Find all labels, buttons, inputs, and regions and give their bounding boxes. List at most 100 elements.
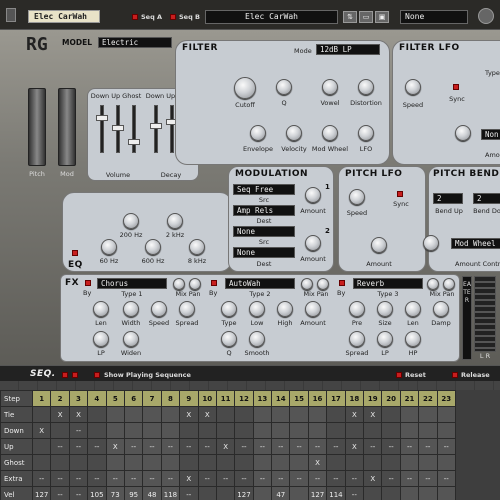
- seq-cell[interactable]: --: [179, 438, 199, 455]
- seq-cell[interactable]: [234, 454, 254, 471]
- seq-cell[interactable]: [160, 422, 181, 439]
- mod1-src-select[interactable]: Seq Free: [233, 184, 295, 195]
- decay-up-fader[interactable]: [170, 105, 174, 153]
- seq-cell[interactable]: X: [197, 406, 217, 423]
- seq-cell[interactable]: [160, 406, 181, 423]
- decay-down-handle[interactable]: [150, 123, 162, 129]
- sequencer-table[interactable]: Step 1 2 3 4 5 6 7 8 9 10 11 12 13 14 15 16 17 18 19 20 21 22 2…: [0, 390, 456, 500]
- volume-down-handle[interactable]: [96, 115, 108, 121]
- bend-down-display[interactable]: 2: [473, 193, 500, 204]
- seq-cell[interactable]: --: [68, 422, 89, 439]
- fold-toggle[interactable]: [6, 8, 16, 22]
- fx2-mix-knob[interactable]: [301, 278, 313, 290]
- seq-cell[interactable]: [179, 422, 199, 439]
- seq-cell[interactable]: [436, 406, 456, 423]
- seq-cell[interactable]: 19: [363, 390, 383, 407]
- seq-cell[interactable]: [289, 454, 309, 471]
- seq-cell[interactable]: 18: [344, 390, 365, 407]
- seq-cell[interactable]: 10: [197, 390, 217, 407]
- seq-cell[interactable]: --: [436, 438, 456, 455]
- eq-60hz-knob[interactable]: [101, 239, 117, 255]
- seq-cell[interactable]: [326, 422, 346, 439]
- seq-cell[interactable]: 105: [87, 486, 107, 500]
- seq-cell[interactable]: 21: [399, 390, 420, 407]
- seq-cell[interactable]: --: [215, 470, 236, 487]
- patch-up-down-icon[interactable]: ⇅: [343, 11, 357, 23]
- amount-control-knob[interactable]: [423, 235, 439, 251]
- seq-cell[interactable]: 20: [381, 390, 401, 407]
- seq-cell[interactable]: 73: [105, 486, 125, 500]
- seq-cell[interactable]: [215, 406, 236, 423]
- seq-cell[interactable]: 1: [31, 390, 52, 407]
- seq-cell[interactable]: [381, 422, 401, 439]
- seq-cell[interactable]: --: [105, 470, 125, 487]
- seq-cell[interactable]: X: [68, 406, 89, 423]
- show-playing-led[interactable]: [94, 372, 100, 378]
- seq-cell[interactable]: 127: [307, 486, 328, 500]
- seq-cell[interactable]: [215, 422, 236, 439]
- filter-lfo-amount-knob[interactable]: [455, 125, 471, 141]
- seq-cell[interactable]: 6: [123, 390, 144, 407]
- seq-cell[interactable]: [87, 454, 107, 471]
- fx1-lp-knob[interactable]: [93, 331, 109, 347]
- seq-cell[interactable]: 95: [123, 486, 144, 500]
- seq-cell[interactable]: [289, 486, 309, 500]
- eq-on-led[interactable]: [72, 250, 78, 256]
- seq-cell[interactable]: [399, 422, 420, 439]
- fx1-spread-knob[interactable]: [179, 301, 195, 317]
- fx3-spread-knob[interactable]: [349, 331, 365, 347]
- seq-cell[interactable]: [123, 422, 144, 439]
- eq-200hz-knob[interactable]: [123, 213, 139, 229]
- fx2-smooth-knob[interactable]: [249, 331, 265, 347]
- pitch-lfo-amount-knob[interactable]: [371, 237, 387, 253]
- seq-cell[interactable]: [381, 486, 401, 500]
- seq-cell[interactable]: [436, 454, 456, 471]
- envelope-knob[interactable]: [250, 125, 266, 141]
- seq-cell[interactable]: [87, 422, 107, 439]
- seq-cell[interactable]: [105, 406, 125, 423]
- distortion-knob[interactable]: [358, 79, 374, 95]
- seq-cell[interactable]: [326, 406, 346, 423]
- filter-lfo-dest-select[interactable]: Non: [481, 129, 500, 140]
- seq-cell[interactable]: X: [307, 454, 328, 471]
- seq-cell[interactable]: --: [234, 470, 254, 487]
- seq-cell[interactable]: [197, 454, 217, 471]
- seq-cell[interactable]: --: [197, 438, 217, 455]
- seq-cell[interactable]: --: [68, 486, 89, 500]
- seq-cell[interactable]: [289, 406, 309, 423]
- seq-cell[interactable]: [418, 406, 438, 423]
- fx2-on-led[interactable]: [211, 280, 217, 286]
- seq-cell[interactable]: --: [326, 470, 346, 487]
- seq-cell[interactable]: 23: [436, 390, 456, 407]
- seq-cell[interactable]: [252, 486, 273, 500]
- seq-cell[interactable]: [271, 422, 291, 439]
- seq-cell[interactable]: --: [326, 438, 346, 455]
- seq-cell[interactable]: [68, 454, 89, 471]
- eq-600hz-knob[interactable]: [145, 239, 161, 255]
- pitch-lfo-speed-knob[interactable]: [349, 189, 365, 205]
- seq-cell[interactable]: [399, 454, 420, 471]
- decay-down-fader[interactable]: [154, 105, 158, 153]
- seq-cell[interactable]: [326, 454, 346, 471]
- seq-cell[interactable]: [252, 422, 273, 439]
- seq-cell[interactable]: [344, 422, 365, 439]
- release-led[interactable]: [452, 372, 458, 378]
- seq-cell[interactable]: [418, 486, 438, 500]
- seq-cell[interactable]: [123, 406, 144, 423]
- seq-cell[interactable]: [234, 406, 254, 423]
- fx1-pan-knob[interactable]: [189, 278, 201, 290]
- fx2-amount-knob[interactable]: [305, 301, 321, 317]
- fx2-pan-knob[interactable]: [317, 278, 329, 290]
- seq-cell[interactable]: [50, 454, 70, 471]
- seq-cell[interactable]: --: [289, 438, 309, 455]
- fx1-mix-knob[interactable]: [173, 278, 185, 290]
- pitch-lfo-sync-led[interactable]: [397, 191, 403, 197]
- patch-display[interactable]: Elec CarWah: [205, 10, 338, 24]
- filter-lfo-speed-knob[interactable]: [405, 79, 421, 95]
- seq-cell[interactable]: [418, 454, 438, 471]
- seq-cell[interactable]: [363, 422, 383, 439]
- seq-cell[interactable]: --: [252, 438, 273, 455]
- seq-cell[interactable]: [160, 454, 181, 471]
- seq-cell[interactable]: [271, 454, 291, 471]
- volume-ghost-handle[interactable]: [128, 139, 140, 145]
